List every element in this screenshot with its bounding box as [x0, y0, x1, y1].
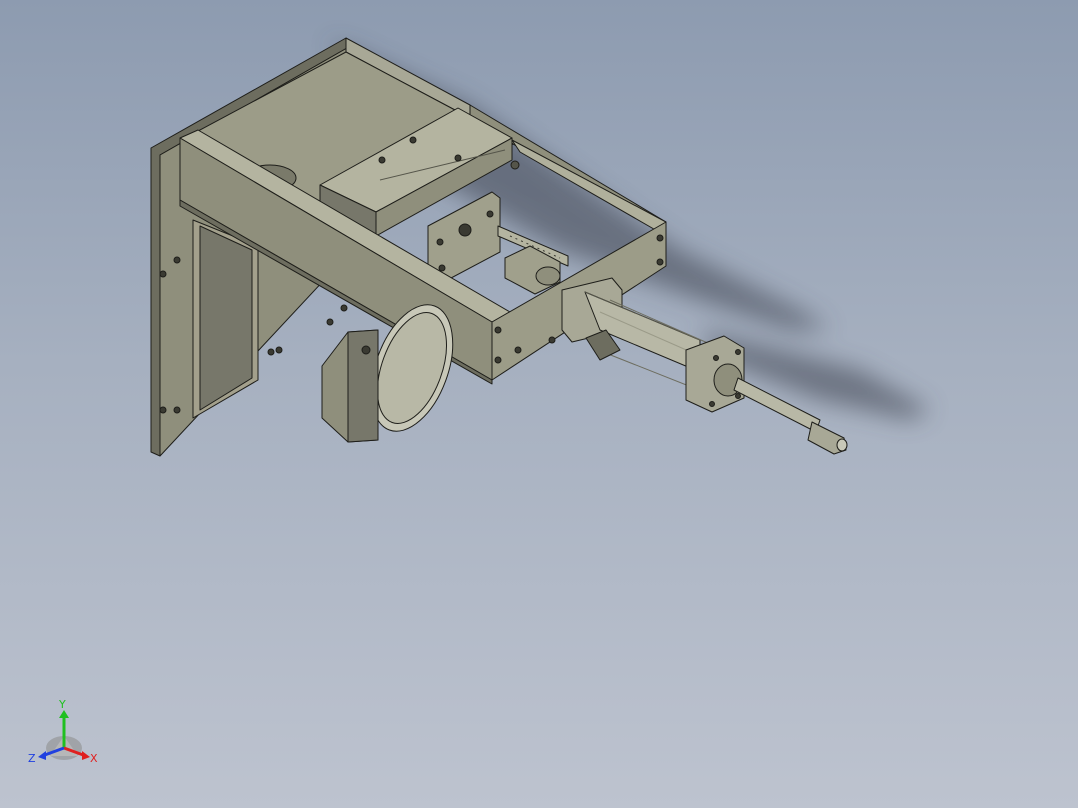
fixture-assembly[interactable]: [150, 37, 848, 457]
cad-model-view[interactable]: [0, 0, 1078, 808]
x-axis-label: X: [90, 752, 98, 765]
graphics-viewport[interactable]: Y X Z: [0, 0, 1078, 808]
y-axis-label: Y: [58, 698, 66, 711]
z-axis-label: Z: [28, 752, 36, 765]
orientation-triad[interactable]: Y X Z: [28, 696, 104, 768]
